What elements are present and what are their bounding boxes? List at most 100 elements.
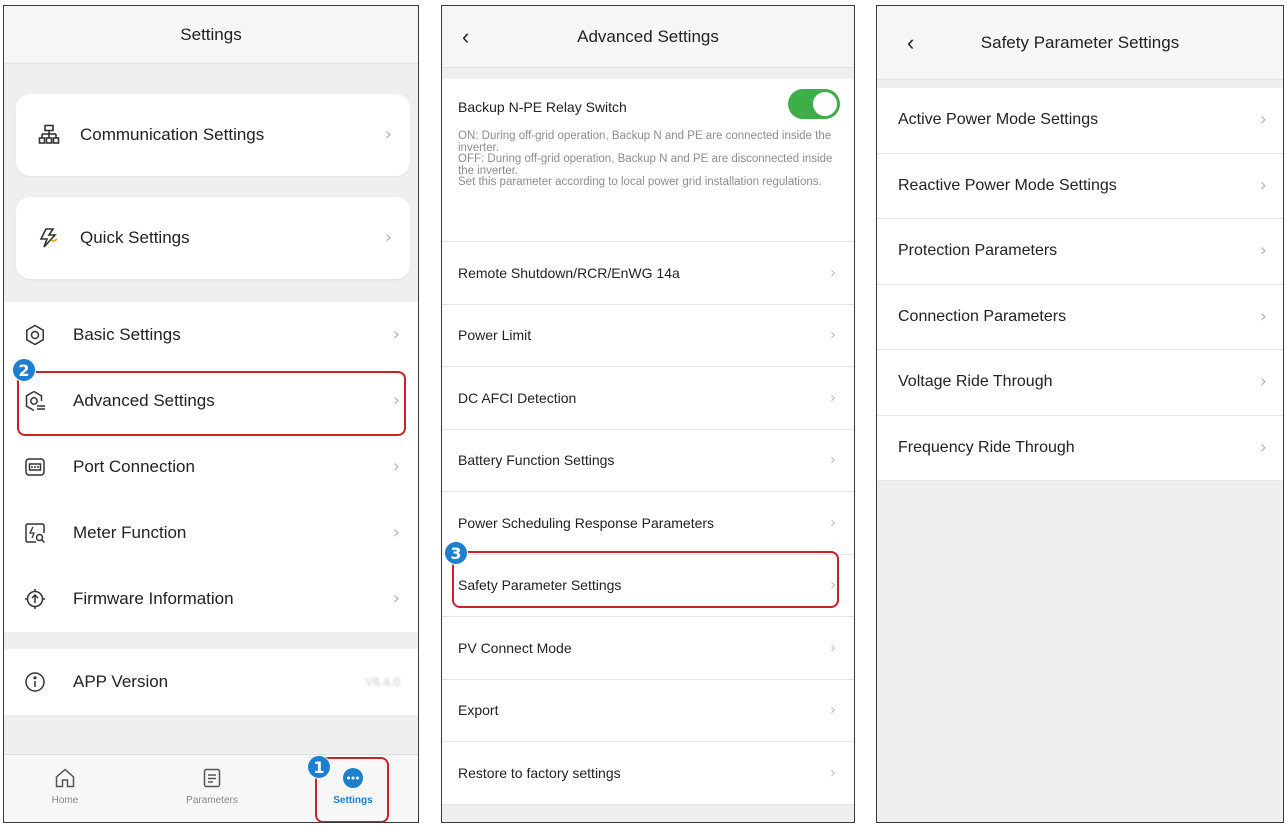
port-connection-item[interactable]: Port Connection › [4, 434, 418, 500]
list-item-label: Battery Function Settings [458, 452, 615, 469]
chevron-right-icon: › [1259, 436, 1267, 458]
quick-settings-card[interactable]: Quick Settings › [16, 197, 410, 279]
safety-parameter-settings-screen: ‹ Safety Parameter Settings Active Power… [876, 5, 1284, 823]
tab-home[interactable]: Home [20, 767, 110, 806]
chevron-right-icon: › [1259, 109, 1267, 131]
basic-settings-item[interactable]: Basic Settings › [4, 302, 418, 368]
chevron-right-icon: › [1259, 174, 1267, 196]
firmware-information-label: Firmware Information [73, 589, 234, 608]
backup-relay-description: ON: During off-grid operation, Backup N … [458, 130, 843, 189]
relay-desc-note: Set this parameter according to local po… [458, 176, 822, 188]
relay-desc-on: ON: During off-grid operation, Backup N … [458, 130, 832, 154]
chevron-right-icon: › [1259, 371, 1267, 393]
chevron-right-icon: › [830, 638, 836, 657]
meter-function-item[interactable]: Meter Function › [4, 500, 418, 566]
export-item[interactable]: Export › [442, 680, 854, 742]
chevron-right-icon: › [392, 456, 400, 477]
spacer [4, 732, 418, 756]
chevron-right-icon: › [830, 763, 836, 782]
meter-icon [25, 523, 46, 544]
settings-header: Settings [4, 6, 418, 64]
toggle-knob [813, 92, 837, 116]
chevron-right-icon: › [830, 388, 836, 407]
lightning-icon [39, 228, 58, 248]
chevron-right-icon: › [830, 700, 836, 719]
back-button[interactable]: ‹ [907, 31, 914, 54]
protection-parameters-item[interactable]: Protection Parameters › [877, 219, 1283, 285]
step-3-badge: 3 [444, 541, 468, 565]
list-item-label: PV Connect Mode [458, 639, 572, 656]
list-item-label: Power Limit [458, 327, 532, 344]
chevron-right-icon: › [392, 588, 400, 609]
document-icon [203, 768, 221, 788]
app-version-value: V6.4.0 [365, 675, 400, 689]
connection-parameters-item[interactable]: Connection Parameters › [877, 285, 1283, 350]
communication-settings-label: Communication Settings [80, 125, 265, 144]
safety-parameter-highlight [452, 551, 839, 608]
list-item-label: Protection Parameters [898, 242, 1058, 260]
chevron-right-icon: › [830, 513, 836, 532]
chevron-right-icon: › [392, 324, 400, 345]
advanced-settings-list: Backup N-PE Relay Switch ON: During off-… [442, 79, 854, 805]
list-item-label: Active Power Mode Settings [898, 111, 1099, 129]
restore-factory-settings-item[interactable]: Restore to factory settings › [442, 742, 854, 805]
settings-list: Basic Settings › Advanced Settings › Por… [4, 302, 418, 632]
settings-screen: Settings Communication Settings › Quick … [3, 5, 419, 823]
chevron-right-icon: › [1259, 305, 1267, 327]
port-connection-label: Port Connection [73, 457, 195, 476]
list-item-label: Remote Shutdown/RCR/EnWG 14a [458, 264, 680, 281]
list-item-label: Reactive Power Mode Settings [898, 176, 1117, 194]
chevron-right-icon: › [830, 450, 836, 469]
chevron-right-icon: › [830, 263, 836, 282]
backup-relay-title: Backup N-PE Relay Switch [458, 99, 627, 115]
voltage-ride-through-item[interactable]: Voltage Ride Through › [877, 350, 1283, 416]
advanced-settings-header: ‹ Advanced Settings [442, 6, 854, 68]
chevron-right-icon: › [384, 227, 392, 248]
advanced-settings-highlight [17, 371, 406, 436]
info-icon [25, 672, 45, 692]
active-power-mode-item[interactable]: Active Power Mode Settings › [877, 88, 1283, 154]
tab-parameters-label: Parameters [186, 795, 238, 806]
list-item-label: Export [458, 702, 499, 719]
pv-connect-mode-item[interactable]: PV Connect Mode › [442, 617, 854, 680]
list-item-label: Connection Parameters [898, 307, 1067, 325]
frequency-ride-through-item[interactable]: Frequency Ride Through › [877, 416, 1283, 481]
remote-shutdown-item[interactable]: Remote Shutdown/RCR/EnWG 14a › [442, 242, 854, 305]
chevron-right-icon: › [392, 522, 400, 543]
list-item-label: Restore to factory settings [458, 764, 621, 781]
battery-function-settings-item[interactable]: Battery Function Settings › [442, 430, 854, 492]
port-icon [25, 458, 45, 476]
firmware-information-item[interactable]: Firmware Information › [4, 566, 418, 632]
network-icon [38, 124, 60, 144]
reactive-power-mode-item[interactable]: Reactive Power Mode Settings › [877, 154, 1283, 219]
step-2-badge: 2 [12, 358, 36, 382]
step-1-badge: 1 [307, 755, 331, 779]
power-scheduling-item[interactable]: Power Scheduling Response Parameters › [442, 492, 854, 555]
chevron-right-icon: › [1259, 240, 1267, 262]
relay-desc-off: OFF: During off-grid operation, Backup N… [458, 153, 833, 177]
backup-relay-toggle[interactable] [788, 89, 840, 119]
quick-settings-label: Quick Settings [80, 228, 190, 247]
list-item-label: Frequency Ride Through [898, 438, 1075, 456]
backup-relay-item: Backup N-PE Relay Switch ON: During off-… [442, 79, 854, 242]
home-icon [55, 768, 75, 788]
page-title: Safety Parameter Settings [980, 32, 1180, 52]
safety-parameter-list: Active Power Mode Settings › Reactive Pow… [877, 88, 1283, 481]
list-item-label: Power Scheduling Response Parameters [458, 514, 715, 531]
power-limit-item[interactable]: Power Limit › [442, 305, 854, 367]
tab-parameters[interactable]: Parameters [167, 767, 257, 806]
dc-afci-detection-item[interactable]: DC AFCI Detection › [442, 367, 854, 430]
app-version-item: APP Version V6.4.0 [4, 649, 418, 715]
firmware-icon [25, 589, 45, 609]
chevron-right-icon: › [384, 124, 392, 145]
communication-settings-card[interactable]: Communication Settings › [16, 94, 410, 176]
tab-home-label: Home [51, 795, 79, 806]
basic-settings-label: Basic Settings [73, 325, 181, 344]
list-item-label: DC AFCI Detection [458, 389, 577, 406]
safety-parameter-header: ‹ Safety Parameter Settings [877, 6, 1283, 80]
back-button[interactable]: ‹ [462, 25, 469, 48]
page-title: Settings [180, 24, 242, 44]
page-title: Advanced Settings [577, 26, 719, 46]
app-version-group: APP Version V6.4.0 [4, 649, 418, 715]
meter-function-label: Meter Function [73, 523, 187, 542]
